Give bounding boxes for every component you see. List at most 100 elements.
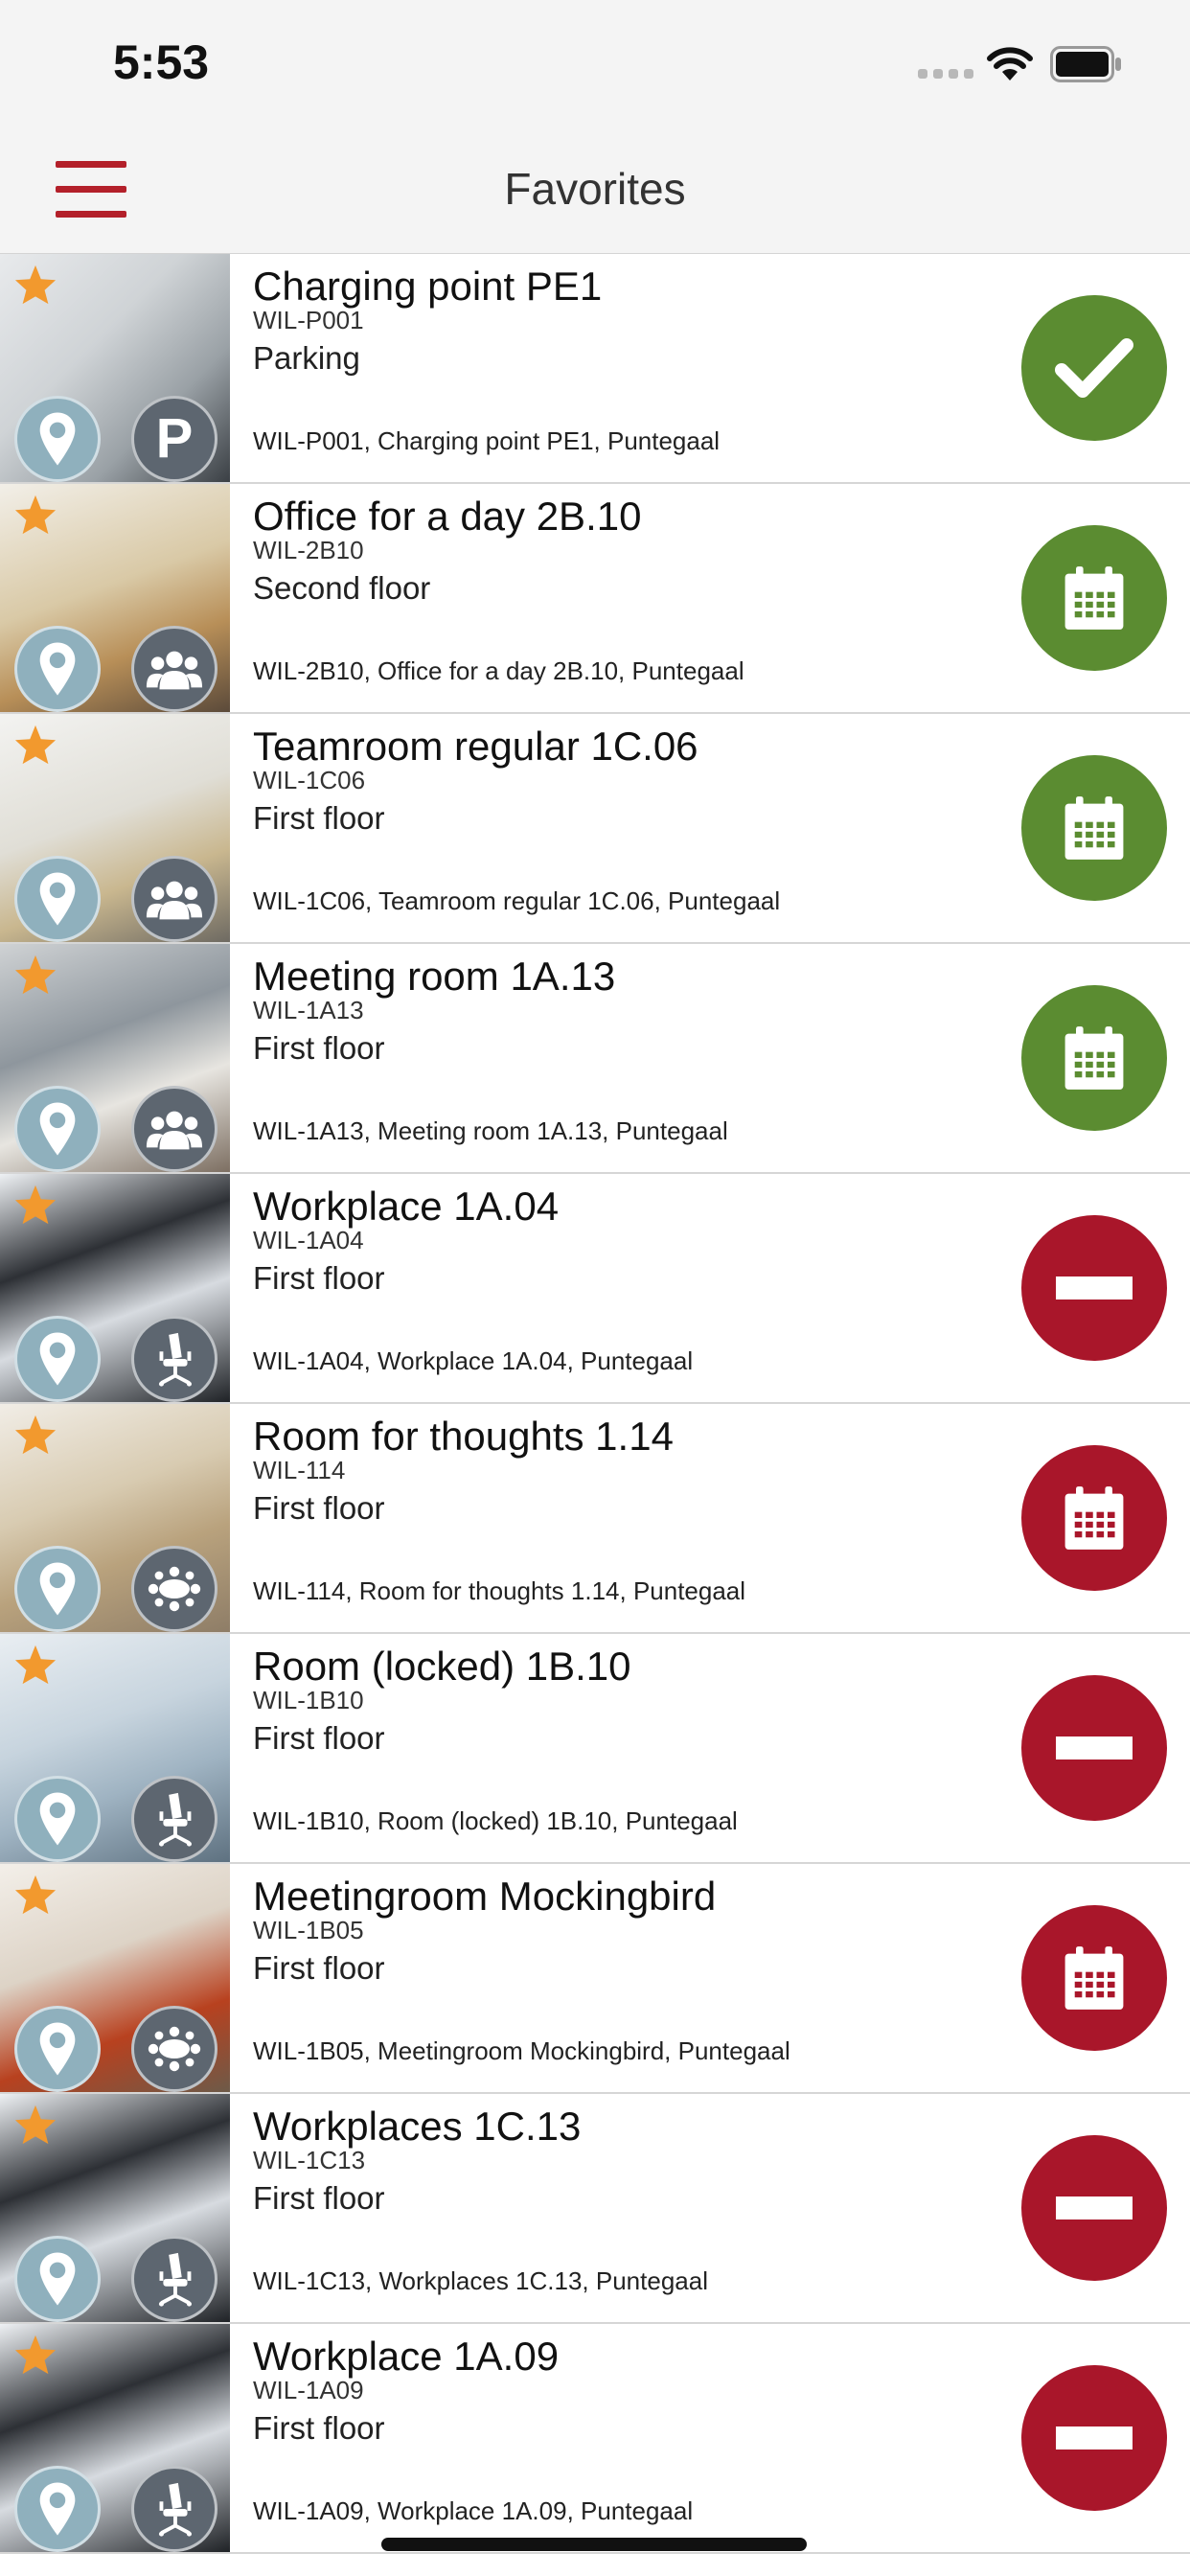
location-photo: P xyxy=(0,254,230,482)
item-code: WIL-1A04 xyxy=(253,1226,364,1254)
item-code: WIL-1C06 xyxy=(253,766,366,794)
favorite-list-item[interactable]: Office for a day 2B.10 WIL-2B10 Second flo… xyxy=(0,484,1190,714)
group-icon xyxy=(131,856,217,942)
location-photo xyxy=(0,2324,230,2552)
location-photo xyxy=(0,484,230,712)
favorite-list-item[interactable]: Teamroom regular 1C.06 WIL-1C06 First floo… xyxy=(0,714,1190,944)
favorite-star-icon[interactable] xyxy=(13,264,57,310)
item-code: WIL-2B10 xyxy=(253,536,364,564)
reserve-button[interactable] xyxy=(1021,2365,1167,2511)
favorite-star-icon[interactable] xyxy=(13,954,57,1000)
location-pin-icon[interactable] xyxy=(14,2236,101,2322)
location-photo xyxy=(0,944,230,1172)
chair-icon xyxy=(131,1776,217,1862)
reserve-button[interactable] xyxy=(1021,1445,1167,1591)
favorite-star-icon[interactable] xyxy=(13,1874,57,1920)
calendar-icon xyxy=(1058,562,1131,634)
item-name: Teamroom regular 1C.06 xyxy=(253,724,698,769)
favorite-list-item[interactable]: Room (locked) 1B.10 WIL-1B10 First floor WI… xyxy=(0,1634,1190,1864)
chair-icon xyxy=(131,1316,217,1402)
calendar-icon xyxy=(1058,792,1131,864)
favorite-star-icon[interactable] xyxy=(13,1414,57,1460)
location-pin-icon[interactable] xyxy=(14,2006,101,2092)
reserve-button[interactable] xyxy=(1021,1905,1167,2051)
favorite-list-item[interactable]: Meetingroom Mockingbird WIL-1B05 First flo… xyxy=(0,1864,1190,2094)
favorite-list-item[interactable]: Workplace 1A.04 WIL-1A04 First floor WIL-1A… xyxy=(0,1174,1190,1404)
calendar-icon xyxy=(1058,1482,1131,1554)
item-floor: First floor xyxy=(253,1260,385,1296)
favorite-star-icon[interactable] xyxy=(13,1644,57,1690)
item-floor: First floor xyxy=(253,1720,385,1756)
item-address: WIL-1A13, Meeting room 1A.13, Puntegaal xyxy=(253,1116,728,1145)
item-floor: First floor xyxy=(253,1950,385,1986)
minus-icon xyxy=(1054,1734,1134,1762)
meeting-table-icon xyxy=(131,1546,217,1632)
item-name: Workplaces 1C.13 xyxy=(253,2104,582,2149)
item-address: WIL-1B05, Meetingroom Mockingbird, Punte… xyxy=(253,2036,790,2065)
favorite-star-icon[interactable] xyxy=(13,2334,57,2380)
item-address: WIL-1A09, Workplace 1A.09, Puntegaal xyxy=(253,2496,694,2525)
reserve-button[interactable] xyxy=(1021,985,1167,1131)
favorite-star-icon[interactable] xyxy=(13,494,57,540)
item-name: Meetingroom Mockingbird xyxy=(253,1874,717,1919)
home-indicator[interactable] xyxy=(381,2538,807,2551)
reserve-button[interactable] xyxy=(1021,525,1167,671)
location-photo xyxy=(0,1174,230,1402)
item-name: Meeting room 1A.13 xyxy=(253,954,616,999)
location-pin-icon[interactable] xyxy=(14,2466,101,2552)
cellular-signal-icon xyxy=(918,69,973,79)
item-address: WIL-1C13, Workplaces 1C.13, Puntegaal xyxy=(253,2266,708,2295)
item-address: WIL-P001, Charging point PE1, Puntegaal xyxy=(253,426,721,455)
check-icon xyxy=(1054,334,1134,402)
item-address: WIL-2B10, Office for a day 2B.10, Punteg… xyxy=(253,656,744,685)
minus-icon xyxy=(1054,2194,1134,2222)
item-name: Charging point PE1 xyxy=(253,264,603,309)
location-pin-icon[interactable] xyxy=(14,626,101,712)
location-pin-icon[interactable] xyxy=(14,856,101,942)
reserve-button[interactable] xyxy=(1021,295,1167,441)
item-floor: First floor xyxy=(253,1490,385,1526)
location-pin-icon[interactable] xyxy=(14,1776,101,1862)
item-code: WIL-P001 xyxy=(253,306,364,334)
favorite-list-item[interactable]: Workplaces 1C.13 WIL-1C13 First floor WIL-1… xyxy=(0,2094,1190,2324)
item-floor: Second floor xyxy=(253,570,431,606)
chair-icon xyxy=(131,2236,217,2322)
favorite-list-item[interactable]: P Charging point PE1 WIL-P001 Parking WIL-P0… xyxy=(0,254,1190,484)
location-photo xyxy=(0,1404,230,1632)
item-address: WIL-1B10, Room (locked) 1B.10, Puntegaal xyxy=(253,1806,738,1835)
status-bar: 5:53 xyxy=(0,0,1190,134)
item-code: WIL-1C13 xyxy=(253,2146,366,2174)
item-address: WIL-114, Room for thoughts 1.14, Puntega… xyxy=(253,1576,746,1605)
item-code: WIL-1B10 xyxy=(253,1686,364,1714)
location-photo xyxy=(0,1864,230,2092)
reserve-button[interactable] xyxy=(1021,1215,1167,1361)
group-icon xyxy=(131,1086,217,1172)
calendar-icon xyxy=(1058,1022,1131,1094)
location-pin-icon[interactable] xyxy=(14,1316,101,1402)
item-name: Workplace 1A.04 xyxy=(253,1184,560,1229)
location-photo xyxy=(0,714,230,942)
location-pin-icon[interactable] xyxy=(14,1086,101,1172)
item-address: WIL-1A04, Workplace 1A.04, Puntegaal xyxy=(253,1346,694,1375)
calendar-icon xyxy=(1058,1942,1131,2014)
favorite-star-icon[interactable] xyxy=(13,724,57,770)
location-pin-icon[interactable] xyxy=(14,1546,101,1632)
favorite-list-item[interactable]: Meeting room 1A.13 WIL-1A13 First floor WIL… xyxy=(0,944,1190,1174)
item-name: Workplace 1A.09 xyxy=(253,2334,560,2379)
reserve-button[interactable] xyxy=(1021,1675,1167,1821)
item-code: WIL-1A13 xyxy=(253,996,364,1024)
minus-icon xyxy=(1054,2424,1134,2452)
item-floor: First floor xyxy=(253,1030,385,1066)
location-pin-icon[interactable] xyxy=(14,396,101,482)
favorite-list-item[interactable]: Room for thoughts 1.14 WIL-114 First floor… xyxy=(0,1404,1190,1634)
reserve-button[interactable] xyxy=(1021,2135,1167,2281)
favorite-star-icon[interactable] xyxy=(13,2104,57,2150)
favorite-star-icon[interactable] xyxy=(13,1184,57,1230)
battery-icon xyxy=(1050,46,1121,82)
reserve-button[interactable] xyxy=(1021,755,1167,901)
item-code: WIL-114 xyxy=(253,1456,346,1484)
meeting-table-icon xyxy=(131,2006,217,2092)
item-floor: First floor xyxy=(253,2410,385,2446)
favorite-list-item[interactable]: Workplace 1A.09 WIL-1A09 First floor WIL-1A… xyxy=(0,2324,1190,2554)
favorites-list: P Charging point PE1 WIL-P001 Parking WIL-P0… xyxy=(0,254,1190,2554)
